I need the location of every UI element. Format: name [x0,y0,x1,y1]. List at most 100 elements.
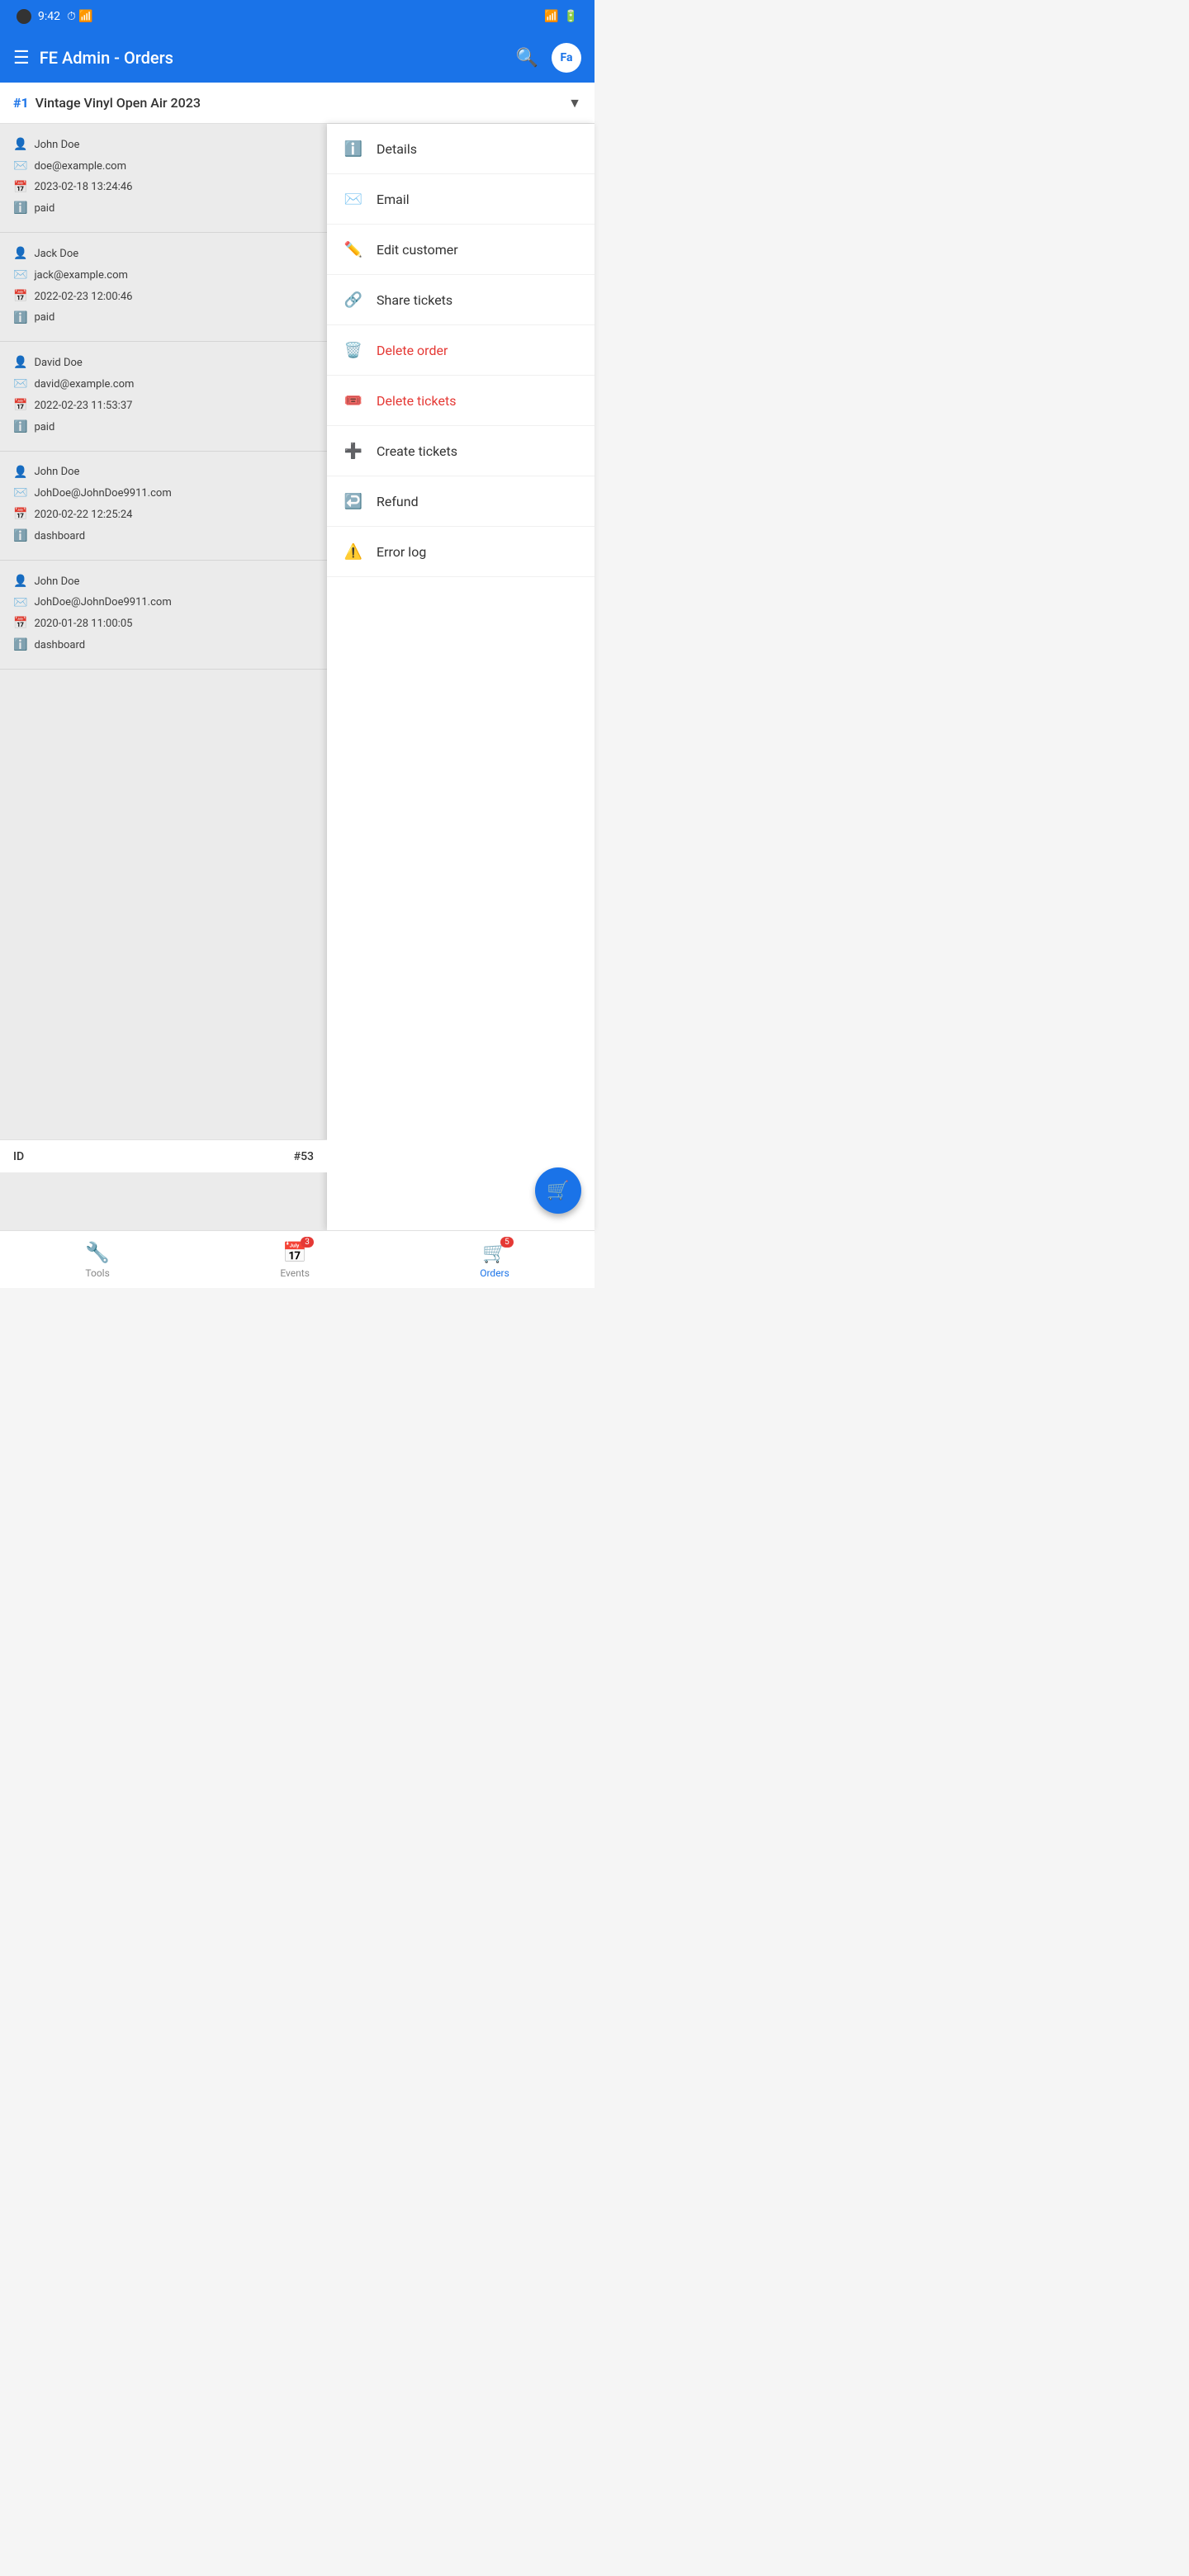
email-icon: ✉️ [13,594,27,613]
badge-orders: 5 [500,1237,514,1248]
order-date: 2022-02-23 12:00:46 [34,288,132,306]
order-email: doe@example.com [34,158,126,176]
app-title: FE Admin - Orders [40,48,506,68]
status-icons: ⏱ 📶 [67,10,93,23]
menu-icon[interactable]: ☰ [13,48,30,69]
nav-item-orders[interactable]: 🛒5 Orders [463,1234,526,1286]
order-date: 2022-02-23 11:53:37 [34,397,132,415]
menu-item-email[interactable]: ✉️ Email [327,174,594,225]
order-email: jack@example.com [34,267,127,285]
calendar-icon: 📅 [13,178,27,198]
context-menu: ℹ️ Details ✉️ Email ✏️ Edit customer 🔗 S… [327,124,594,1230]
delete-order-icon: 🗑️ [343,340,363,360]
order-name: John Doe [34,136,79,154]
orders-nav-label: Orders [480,1267,509,1279]
order-item[interactable]: 👤 Jack Doe ✉️ jack@example.com 📅 2022-02… [0,233,327,342]
edit-customer-icon: ✏️ [343,239,363,259]
order-status: dashboard [34,637,85,655]
menu-item-create-tickets[interactable]: ➕ Create tickets [327,426,594,476]
fab-button[interactable]: 🛒 [535,1167,581,1214]
person-icon: 👤 [13,463,27,483]
calendar-icon: 📅 [13,287,27,307]
person-icon: 👤 [13,244,27,264]
signal-icon: 📶 [544,10,558,23]
email-icon: ✉️ [343,189,363,209]
status-icon: ℹ️ [13,636,27,656]
menu-label-details: Details [377,141,417,157]
content-area: 👤 John Doe ✉️ doe@example.com 📅 2023-02-… [0,124,594,1230]
email-icon: ✉️ [13,484,27,504]
calendar-icon: 📅 [13,396,27,416]
menu-item-delete-tickets[interactable]: 🎟️ Delete tickets [327,376,594,426]
status-bar: 9:42 ⏱ 📶 📶 🔋 [0,0,594,33]
status-bar-right: 📶 🔋 [544,10,578,23]
status-icon: ℹ️ [13,199,27,219]
order-item[interactable]: 👤 John Doe ✉️ JohDoe@JohnDoe9911.com 📅 2… [0,452,327,561]
dropdown-chevron-icon: ▼ [568,95,581,111]
order-email: david@example.com [34,376,134,394]
order-status: paid [34,200,54,218]
pagination-page-ref: #53 [294,1150,314,1163]
details-icon: ℹ️ [343,139,363,159]
status-icon: ℹ️ [13,309,27,329]
menu-label-delete-order: Delete order [377,343,448,358]
error-log-icon: ⚠️ [343,542,363,561]
events-nav-label: Events [280,1267,310,1279]
order-status: paid [34,419,54,437]
menu-label-email: Email [377,192,410,207]
status-dot [17,9,31,24]
order-item[interactable]: 👤 David Doe ✉️ david@example.com 📅 2022-… [0,342,327,451]
menu-label-refund: Refund [377,494,419,509]
order-name: David Doe [34,354,82,372]
status-icon: ℹ️ [13,418,27,438]
pagination-id-label: ID [13,1150,24,1163]
delete-tickets-icon: 🎟️ [343,391,363,410]
person-icon: 👤 [13,135,27,155]
bottom-nav: 🔧 Tools 📅3 Events 🛒5 Orders [0,1230,594,1288]
order-email: JohDoe@JohnDoe9911.com [34,594,171,612]
order-name: John Doe [34,463,79,481]
create-tickets-icon: ➕ [343,441,363,461]
status-icon: ℹ️ [13,527,27,547]
orders-nav-icon: 🛒5 [482,1241,507,1264]
person-icon: 👤 [13,572,27,592]
menu-item-share-tickets[interactable]: 🔗 Share tickets [327,275,594,325]
pagination-bar: ID #53 [0,1139,327,1172]
order-item[interactable]: 👤 John Doe ✉️ JohDoe@JohnDoe9911.com 📅 2… [0,561,327,670]
status-time: 9:42 [38,10,60,23]
order-name: John Doe [34,573,79,591]
tools-nav-icon: 🔧 [85,1241,110,1264]
menu-item-error-log[interactable]: ⚠️ Error log [327,527,594,577]
nav-item-tools[interactable]: 🔧 Tools [69,1234,126,1286]
badge-events: 3 [301,1237,314,1248]
event-selector[interactable]: #1 Vintage Vinyl Open Air 2023 ▼ [0,83,594,124]
menu-item-delete-order[interactable]: 🗑️ Delete order [327,325,594,376]
event-badge: #1 [13,95,29,111]
menu-item-edit-customer[interactable]: ✏️ Edit customer [327,225,594,275]
events-nav-icon: 📅3 [282,1241,307,1264]
nav-item-events[interactable]: 📅3 Events [263,1234,326,1286]
menu-item-refund[interactable]: ↩️ Refund [327,476,594,527]
menu-label-create-tickets: Create tickets [377,443,457,459]
tools-nav-label: Tools [85,1267,109,1279]
order-item[interactable]: 👤 John Doe ✉️ doe@example.com 📅 2023-02-… [0,124,327,233]
order-name: Jack Doe [34,245,78,263]
refund-icon: ↩️ [343,491,363,511]
calendar-icon: 📅 [13,614,27,634]
app-bar: ☰ FE Admin - Orders 🔍 Fa [0,33,594,83]
menu-label-error-log: Error log [377,544,426,560]
share-tickets-icon: 🔗 [343,290,363,310]
order-status: paid [34,309,54,327]
search-icon[interactable]: 🔍 [516,48,538,69]
order-email: JohDoe@JohnDoe9911.com [34,485,171,503]
email-icon: ✉️ [13,266,27,286]
menu-label-delete-tickets: Delete tickets [377,393,456,409]
menu-label-edit-customer: Edit customer [377,242,458,258]
menu-item-details[interactable]: ℹ️ Details [327,124,594,174]
orders-list: 👤 John Doe ✉️ doe@example.com 📅 2023-02-… [0,124,327,1230]
order-status: dashboard [34,528,85,546]
order-date: 2020-01-28 11:00:05 [34,615,132,633]
person-icon: 👤 [13,353,27,373]
avatar[interactable]: Fa [552,43,581,73]
order-date: 2020-02-22 12:25:24 [34,506,132,524]
